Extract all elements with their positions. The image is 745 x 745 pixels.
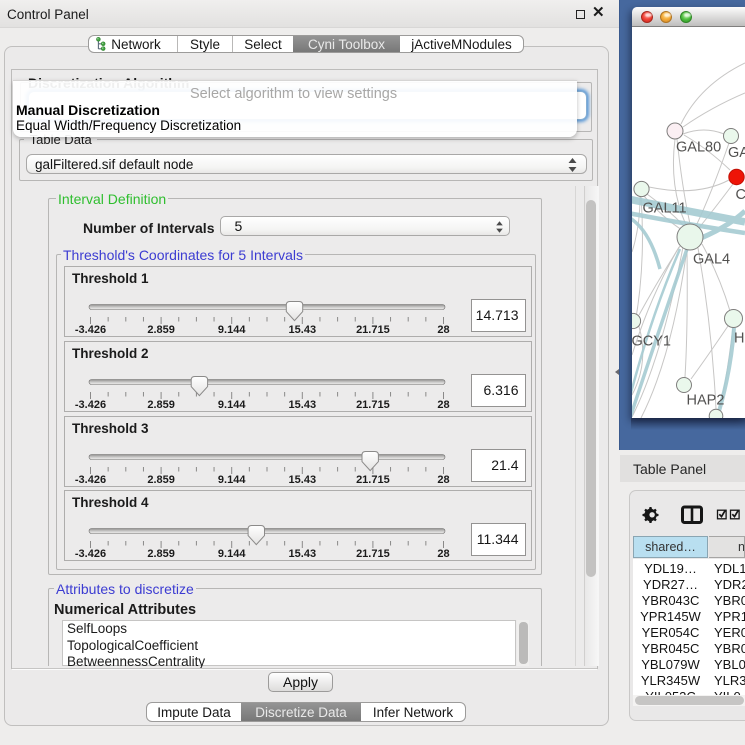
svg-text:9.144: 9.144	[218, 324, 246, 336]
svg-text:CR: CR	[736, 187, 745, 203]
svg-text:9.144: 9.144	[218, 399, 246, 411]
svg-text:GAL80: GAL80	[676, 140, 721, 156]
svg-text:28: 28	[437, 474, 449, 486]
svg-text:21.715: 21.715	[356, 399, 390, 411]
svg-text:HAP2: HAP2	[687, 393, 725, 409]
svg-text:2.859: 2.859	[147, 399, 175, 411]
svg-text:15.43: 15.43	[289, 474, 317, 486]
svg-text:H: H	[734, 331, 744, 347]
svg-text:2.859: 2.859	[147, 324, 175, 336]
svg-text:GA: GA	[728, 145, 745, 161]
svg-text:GCY1: GCY1	[632, 334, 671, 350]
svg-text:GAL4: GAL4	[693, 252, 730, 268]
svg-text:-3.426: -3.426	[75, 474, 106, 486]
svg-text:2.859: 2.859	[147, 474, 175, 486]
svg-text:15.43: 15.43	[289, 548, 317, 560]
svg-text:28: 28	[437, 548, 449, 560]
svg-text:15.43: 15.43	[289, 399, 317, 411]
svg-text:21.715: 21.715	[356, 324, 390, 336]
svg-text:9.144: 9.144	[218, 548, 246, 560]
svg-text:28: 28	[437, 324, 449, 336]
svg-text:2.859: 2.859	[147, 548, 175, 560]
svg-text:-3.426: -3.426	[75, 548, 106, 560]
svg-text:21.715: 21.715	[356, 474, 390, 486]
svg-text:28: 28	[437, 399, 449, 411]
svg-text:-3.426: -3.426	[75, 399, 106, 411]
svg-text:GAL11: GAL11	[643, 201, 687, 217]
svg-text:15.43: 15.43	[289, 324, 317, 336]
svg-text:9.144: 9.144	[218, 474, 246, 486]
svg-text:21.715: 21.715	[356, 548, 390, 560]
svg-text:-3.426: -3.426	[75, 324, 106, 336]
